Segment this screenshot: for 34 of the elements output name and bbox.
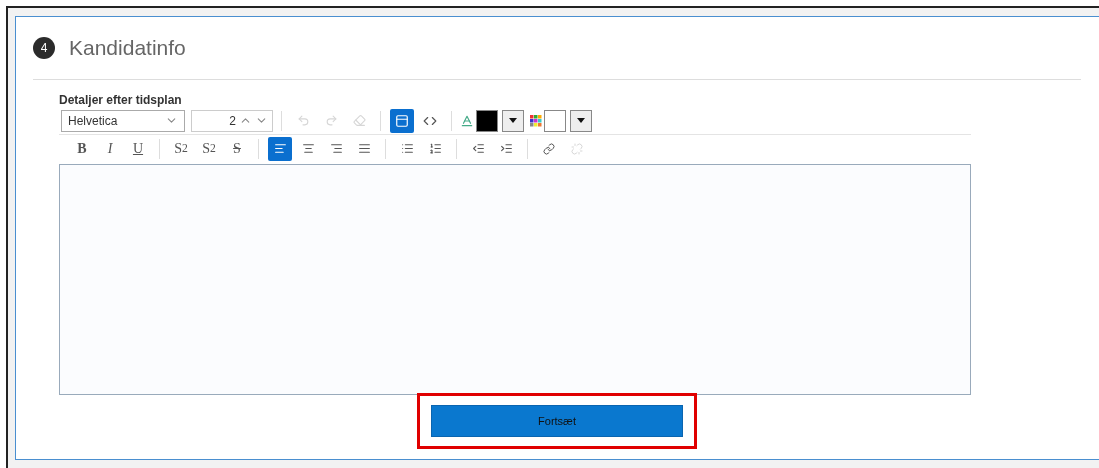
design-view-icon <box>395 113 409 128</box>
text-color-dropdown[interactable] <box>502 109 524 132</box>
field-label: Detaljer efter tidsplan <box>59 93 183 107</box>
continue-button[interactable]: Fortsæt <box>431 405 683 437</box>
align-left-icon <box>273 142 287 155</box>
eraser-icon <box>352 114 366 127</box>
font-select[interactable]: Helvetica <box>61 109 185 132</box>
align-right-icon <box>329 142 343 155</box>
align-left-button[interactable] <box>268 136 292 161</box>
step-number: 4 <box>33 37 55 59</box>
bold-button[interactable]: B <box>70 136 94 161</box>
background-color-dropdown[interactable] <box>570 109 592 132</box>
caret-icon <box>577 118 585 123</box>
link-icon <box>543 142 555 155</box>
strikethrough-button[interactable]: S <box>225 136 249 161</box>
align-center-icon <box>301 142 315 155</box>
indent-icon <box>499 142 513 155</box>
caret-icon <box>509 118 517 123</box>
numbered-list-icon <box>428 142 442 155</box>
color-grid-icon <box>530 114 542 127</box>
undo-icon <box>296 114 310 127</box>
outdent-icon <box>471 142 485 155</box>
unlink-icon <box>571 142 583 155</box>
italic-button[interactable]: I <box>98 136 122 161</box>
section-title: Kandidatinfo <box>69 36 186 60</box>
align-justify-icon <box>357 142 371 155</box>
background-color-swatch[interactable] <box>544 109 566 132</box>
size-field[interactable]: 2 <box>191 109 273 132</box>
text-color-swatch[interactable] <box>476 109 498 132</box>
bullet-list-icon <box>400 142 414 155</box>
text-color-icon <box>460 113 474 128</box>
redo-icon <box>324 114 338 127</box>
underline-button[interactable]: U <box>126 136 150 161</box>
design-view-button[interactable] <box>390 108 414 133</box>
